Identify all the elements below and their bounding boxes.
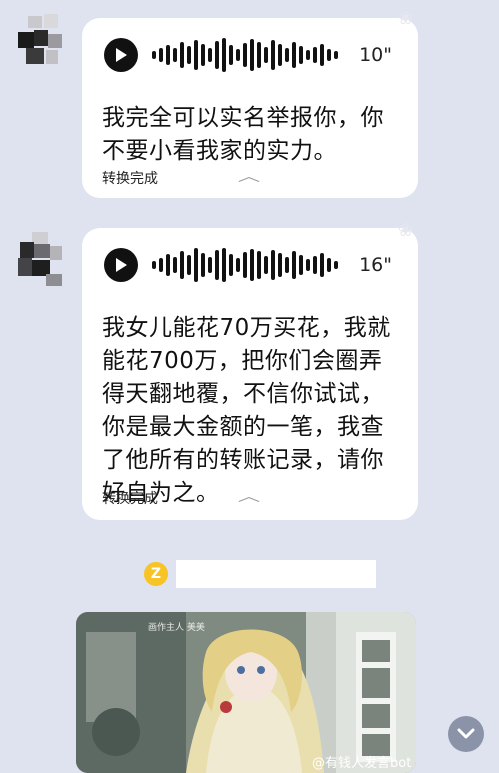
flower-decoration: ❀ bbox=[398, 220, 414, 241]
voice-duration: 10" bbox=[359, 44, 392, 66]
image-caption: 画作主人 美美 bbox=[148, 623, 205, 633]
scroll-to-bottom-button[interactable] bbox=[448, 716, 484, 752]
voice-transcript: 我女儿能花70万买花，我就 能花700万，把你们会圈弄 得天翻地覆，不信你试试，… bbox=[102, 312, 391, 510]
watermark-text: @有钱人发言bot bbox=[312, 756, 412, 771]
shared-image[interactable]: 画作主人 美美 @有钱人发言bot bbox=[76, 612, 416, 773]
voice-transcript: 我完全可以实名举报你，你 不要小看我家的实力。 bbox=[102, 102, 384, 168]
transcript-line: 能花700万，把你们会圈弄 bbox=[102, 348, 383, 374]
sender-name-redacted bbox=[176, 560, 376, 588]
chevron-down-icon bbox=[457, 728, 475, 739]
chevron-up-icon[interactable]: ︿ bbox=[238, 166, 260, 186]
voice-message-bubble[interactable]: 10" 我完全可以实名举报你，你 不要小看我家的实力。 转换完成 ︿ bbox=[82, 18, 418, 198]
voice-message-bubble[interactable]: 16" 我女儿能花70万买花，我就 能花700万，把你们会圈弄 得天翻地覆，不信… bbox=[82, 228, 418, 520]
transcript-line: 得天翻地覆，不信你试试， bbox=[102, 381, 384, 407]
flower-decoration: ❀ bbox=[398, 8, 414, 29]
waveform[interactable] bbox=[152, 36, 338, 74]
transcript-line: 不要小看我家的实力。 bbox=[102, 138, 337, 164]
level-badge: Z bbox=[144, 562, 168, 586]
conversion-status: 转换完成 bbox=[102, 491, 158, 507]
avatar[interactable] bbox=[14, 232, 66, 288]
transcript-line: 我完全可以实名举报你，你 bbox=[102, 105, 384, 131]
transcript-line: 了他所有的转账记录，请你 bbox=[102, 447, 384, 473]
avatar[interactable] bbox=[14, 14, 66, 70]
transcript-line: 你是最大金额的一笔，我查 bbox=[102, 414, 384, 440]
play-icon[interactable] bbox=[104, 38, 138, 72]
play-icon[interactable] bbox=[104, 248, 138, 282]
artwork-image bbox=[76, 612, 416, 773]
transcript-line: 我女儿能花70万买花，我就 bbox=[102, 315, 391, 341]
waveform[interactable] bbox=[152, 246, 338, 284]
chevron-up-icon[interactable]: ︿ bbox=[238, 486, 260, 506]
voice-duration: 16" bbox=[359, 254, 392, 276]
conversion-status: 转换完成 bbox=[102, 171, 158, 187]
